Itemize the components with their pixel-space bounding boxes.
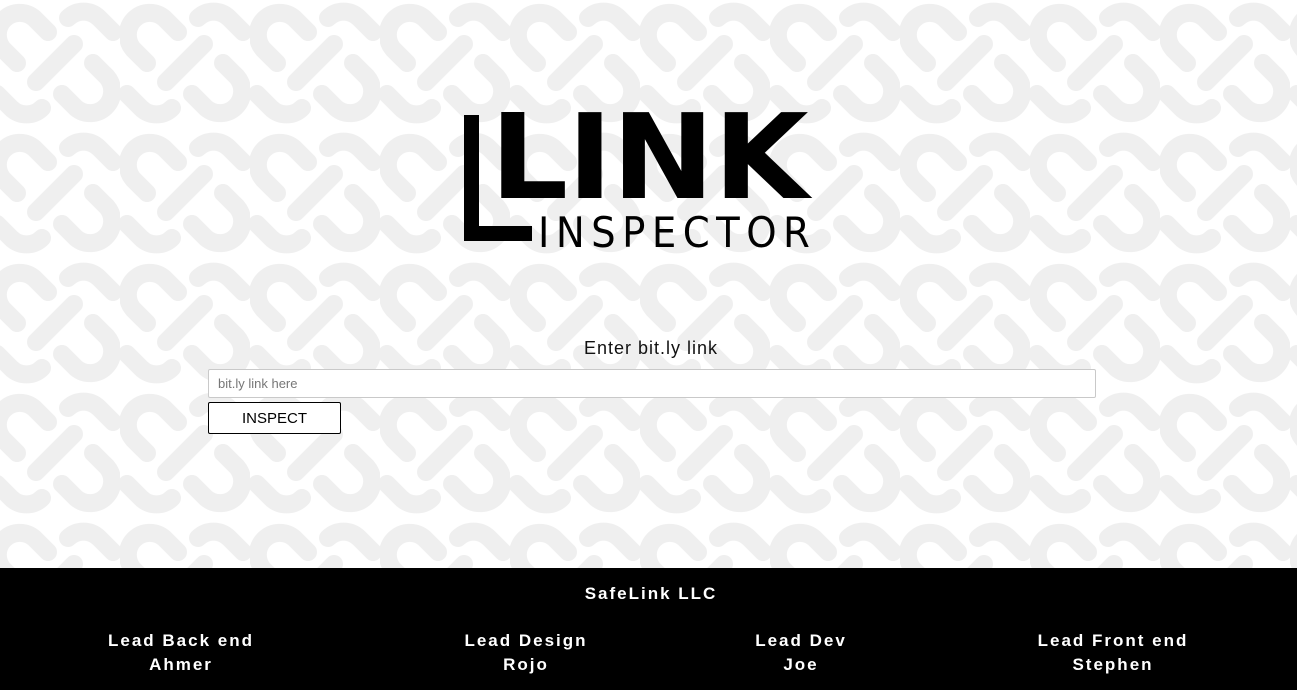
logo-word-link: LINK xyxy=(490,88,809,226)
bitly-link-input[interactable] xyxy=(208,369,1096,398)
credit-role: Lead Back end xyxy=(108,631,254,650)
credit-name: Rojo xyxy=(503,655,549,674)
credit-role: Lead Front end xyxy=(1037,631,1189,650)
company-name: SafeLink LLC xyxy=(584,584,718,603)
credit-name: Stephen xyxy=(1072,655,1154,674)
logo-word-inspector: INSPECTOR xyxy=(538,208,817,257)
link-inspector-logo: LINK INSPECTOR xyxy=(462,98,842,257)
logo-bracket-horizontal xyxy=(464,226,532,241)
credit-back-end: Lead Back end Ahmer xyxy=(108,629,254,677)
inspect-button[interactable]: INSPECT xyxy=(208,402,341,434)
credit-dev: Lead Dev Joe xyxy=(755,629,847,677)
credit-front-end: Lead Front end Stephen xyxy=(1038,629,1189,677)
link-input-label: Enter bit.ly link xyxy=(583,338,719,358)
credit-name: Ahmer xyxy=(149,655,213,674)
logo-bracket-vertical xyxy=(464,115,479,241)
credit-role: Lead Design xyxy=(464,631,588,650)
main-content: LINK INSPECTOR Enter bit.ly link INSPECT xyxy=(0,0,1297,568)
credit-design: Lead Design Rojo xyxy=(464,629,587,677)
credit-name: Joe xyxy=(783,655,819,674)
footer: SafeLink LLC Lead Back end Ahmer Lead De… xyxy=(0,568,1297,690)
credit-role: Lead Dev xyxy=(755,631,847,650)
